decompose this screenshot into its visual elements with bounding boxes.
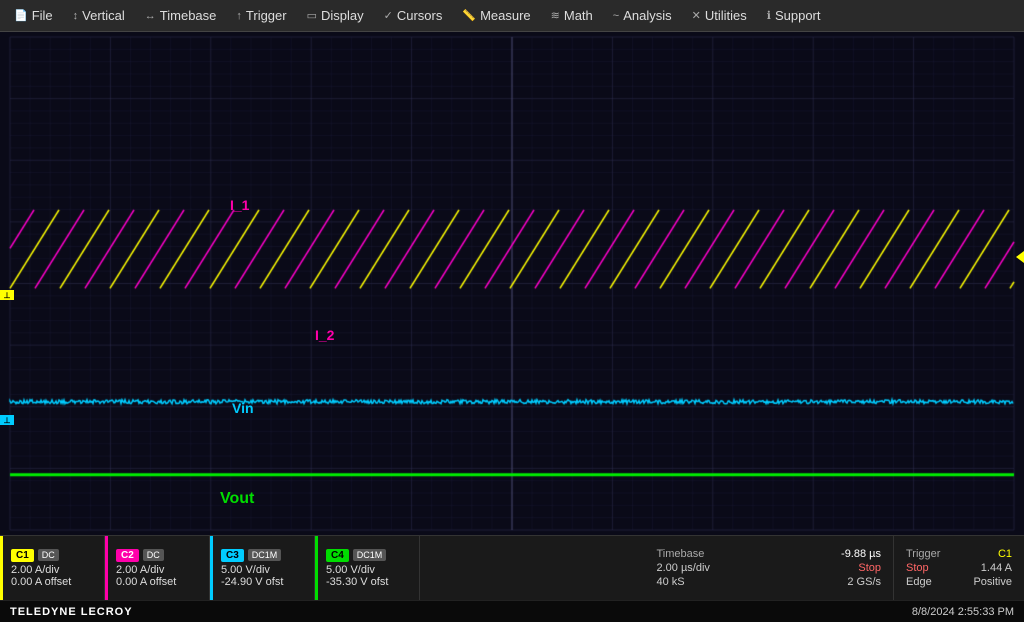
measure-icon: 📏 (462, 9, 476, 22)
trigger-level-marker (1016, 251, 1024, 263)
menu-math[interactable]: ≋ Math (541, 4, 603, 27)
menu-cursors[interactable]: ✓ Cursors (374, 4, 453, 27)
ch2-offset: 0.00 A offset (116, 576, 201, 588)
ch-status-c2: C2 DC 2.00 A/div 0.00 A offset (105, 536, 210, 600)
trigger-icon: ↑ (236, 10, 242, 22)
menu-support[interactable]: ℹ Support (757, 4, 831, 27)
bottom-bar: TELEDYNE LECROY 8/8/2024 2:55:33 PM (0, 600, 1024, 622)
ch3-offset: -24.90 V ofst (221, 576, 306, 588)
label-I1: I_1 (230, 197, 249, 213)
timebase-stop: Stop (858, 562, 881, 574)
ch3-badge: C3 (221, 549, 244, 562)
ch4-div: 5.00 V/div (326, 564, 411, 576)
ch2-dc-badge: DC (143, 549, 164, 561)
ch3-div: 5.00 V/div (221, 564, 306, 576)
ch1-dc-badge: DC (38, 549, 59, 561)
brand-label: TELEDYNE LECROY (10, 606, 133, 618)
timebase-title: Timebase (657, 548, 705, 560)
trigger-title: Trigger (906, 548, 940, 560)
ground-marker-c3: ⊥ (0, 415, 14, 425)
math-icon: ≋ (551, 9, 560, 22)
ch-status-c1: C1 DC 2.00 A/div 0.00 A offset (0, 536, 105, 600)
menu-vertical[interactable]: ↕ Vertical (63, 4, 135, 27)
timebase-div: 2.00 µs/div (657, 562, 710, 574)
menu-trigger[interactable]: ↑ Trigger (226, 4, 296, 27)
ch4-offset: -35.30 V ofst (326, 576, 411, 588)
datetime-label: 8/8/2024 2:55:33 PM (912, 606, 1014, 618)
trigger-channel: C1 (998, 548, 1012, 560)
ch2-div: 2.00 A/div (116, 564, 201, 576)
trigger-type: Edge (906, 576, 932, 588)
ch1-badge: C1 (11, 549, 34, 562)
timebase-rate: 2 GS/s (847, 576, 881, 588)
timebase-section: Timebase -9.88 µs 2.00 µs/div Stop 40 kS… (645, 536, 895, 600)
ch-status-c4: C4 DC1M 5.00 V/div -35.30 V ofst (315, 536, 420, 600)
label-Vin: Vin (232, 400, 254, 416)
menu-file[interactable]: 📄 File (4, 4, 63, 27)
menu-analysis[interactable]: ~ Analysis (603, 4, 682, 27)
timebase-samples: 40 kS (657, 576, 685, 588)
menu-utilities[interactable]: ✕ Utilities (682, 4, 757, 27)
ch4-dc-badge: DC1M (353, 549, 387, 561)
menu-bar: 📄 File ↕ Vertical ↔ Timebase ↑ Trigger ▭… (0, 0, 1024, 32)
ch2-badge: C2 (116, 549, 139, 562)
trigger-status: Stop (906, 562, 929, 574)
vertical-icon: ↕ (73, 10, 79, 22)
timebase-offset: -9.88 µs (841, 548, 881, 560)
menu-timebase[interactable]: ↔ Timebase (135, 4, 227, 27)
trigger-slope: Positive (973, 576, 1012, 588)
status-bar: C1 DC 2.00 A/div 0.00 A offset C2 DC 2.0… (0, 535, 1024, 600)
ground-marker-c1: ⊥ (0, 290, 14, 300)
ch-status-c3: C3 DC1M 5.00 V/div -24.90 V ofst (210, 536, 315, 600)
cursors-icon: ✓ (384, 9, 393, 22)
support-icon: ℹ (767, 9, 771, 22)
label-I2: I_2 (315, 327, 334, 343)
menu-measure[interactable]: 📏 Measure (452, 4, 540, 27)
trigger-section: Trigger C1 Stop 1.44 A Edge Positive (894, 536, 1024, 600)
utilities-icon: ✕ (692, 9, 701, 22)
scope-display[interactable]: I_1 I_2 Vin Vout ⊥ ⊥ (0, 32, 1024, 535)
display-icon: ▭ (307, 9, 317, 22)
ch3-dc-badge: DC1M (248, 549, 282, 561)
ch4-badge: C4 (326, 549, 349, 562)
analysis-icon: ~ (613, 10, 619, 22)
ch1-offset: 0.00 A offset (11, 576, 96, 588)
trigger-level: 1.44 A (981, 562, 1012, 574)
timebase-icon: ↔ (145, 10, 156, 22)
menu-display[interactable]: ▭ Display (297, 4, 374, 27)
ch1-div: 2.00 A/div (11, 564, 96, 576)
status-spacer (420, 536, 645, 600)
file-icon: 📄 (14, 9, 28, 22)
scope-grid (0, 32, 1024, 535)
label-Vout: Vout (220, 490, 254, 508)
